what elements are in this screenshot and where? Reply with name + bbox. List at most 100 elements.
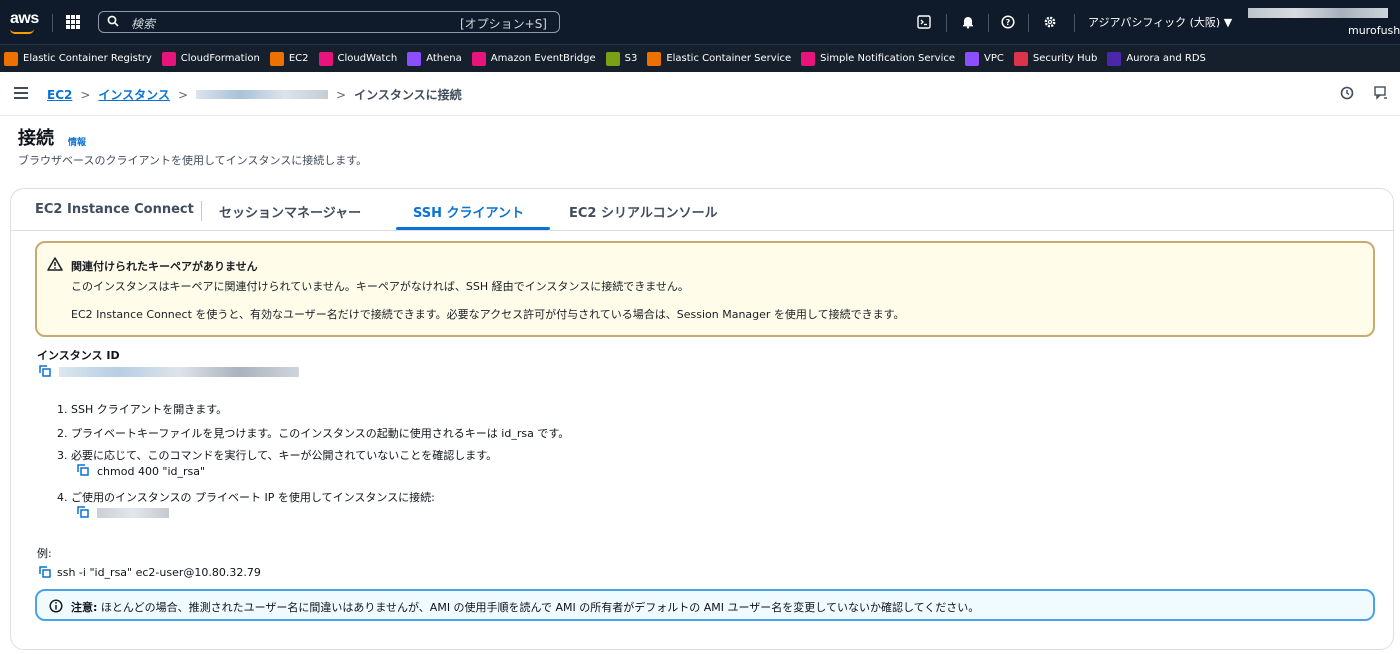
page-title: 接続 [18,128,54,149]
favorite-vpc[interactable]: VPC [965,51,1004,66]
tab-ec2-instance-connect[interactable]: EC2 Instance Connect [35,202,194,217]
active-tab-indicator [396,227,550,230]
search-icon [107,15,119,27]
favorite-label: Security Hub [1032,53,1098,64]
favorite-container-registry[interactable]: Elastic Container Registry [4,51,152,66]
security-hub-icon [1013,51,1028,66]
tab-ssh-client[interactable]: SSH クライアント [413,202,524,221]
example-label: 例: [37,547,52,560]
breadcrumb-instance-redacted[interactable] [196,90,329,99]
info-link[interactable]: 情報 [68,135,86,148]
breadcrumb-separator: > [336,87,347,102]
tab-divider [201,201,202,221]
step-2: 2. プライベートキーファイルを見つけます。このインスタンスの起動に使用されるキ… [57,427,570,440]
tab-list: EC2 Instance Connect セッションマネージャー SSH クライ… [11,189,1393,231]
s3-icon [605,51,620,66]
breadcrumb: EC2 > インスタンス > > インスタンスに接続 [47,86,462,103]
note-body: ほとんどの場合、推測されたユーザー名に間違いはありませんが、AMI の使用手順を… [97,601,980,614]
favorite-athena[interactable]: Athena [407,51,462,66]
aws-logo[interactable]: aws [10,10,39,28]
region-selector[interactable]: アジアパシフィック (大阪) ▼ [1088,14,1232,30]
copy-icon[interactable] [77,464,89,476]
container-registry-icon [4,51,18,66]
services-grid-icon[interactable] [66,15,80,29]
copy-icon[interactable] [39,566,51,578]
tab-session-manager[interactable]: セッションマネージャー [219,202,361,221]
cloudshell-icon[interactable] [914,12,934,32]
aws-logo-smile [10,29,34,34]
svg-text:?: ? [1006,18,1011,27]
search-input[interactable]: 検索 [オプション+S] [98,11,560,33]
account-name[interactable]: murofush [1348,24,1400,37]
favorite-cloudwatch[interactable]: CloudWatch [318,51,398,66]
favorite-label: EC2 [288,53,309,64]
favorite-cloudformation[interactable]: CloudFormation [161,51,260,66]
bell-icon[interactable] [958,12,978,32]
nav-divider [988,14,989,32]
nav-divider [1074,14,1075,32]
vpc-icon [965,51,979,66]
tab-serial-console[interactable]: EC2 シリアルコンソール [569,202,718,221]
copy-icon[interactable] [39,365,51,377]
favorite-label: Athena [426,53,462,64]
search-shortcut: [オプション+S] [459,17,547,31]
help-icon[interactable]: ? [998,12,1018,32]
nav-divider [946,14,947,32]
warning-alert: 関連付けられたキーペアがありません このインスタンスはキーペアに関連付けられてい… [35,241,1375,337]
clock-icon[interactable] [1340,86,1354,100]
breadcrumb-current: インスタンスに接続 [354,88,462,102]
warning-text-1: このインスタンスはキーペアに関連付けられていません。キーペアがなければ、SSH … [71,280,689,293]
favorite-label: CloudWatch [337,53,398,64]
info-icon [49,599,63,613]
copy-icon[interactable] [77,506,89,518]
breadcrumb-ec2[interactable]: EC2 [47,88,72,102]
instance-id-redacted [59,367,299,377]
favorite-ec2[interactable]: EC2 [269,51,309,66]
eventbridge-icon [471,51,486,66]
warning-title: 関連付けられたキーペアがありません [71,260,258,273]
warning-text-2: EC2 Instance Connect を使うと、有効なユーザー名だけで接続で… [71,308,905,321]
chmod-command: chmod 400 "id_rsa" [97,465,206,478]
favorite-eventbridge[interactable]: Amazon EventBridge [471,51,596,66]
private-ip-redacted [97,508,169,518]
menu-icon[interactable] [14,87,28,99]
favorite-security-hub[interactable]: Security Hub [1013,51,1098,66]
breadcrumb-bar: EC2 > インスタンス > > インスタンスに接続 [0,72,1400,116]
search-placeholder: 検索 [131,17,156,31]
nav-divider [1028,14,1029,32]
cloudformation-icon [161,51,176,66]
breadcrumb-separator: > [80,87,91,102]
account-id-redacted [1248,8,1388,18]
favorite-label: CloudFormation [180,53,260,64]
ec2-icon [269,51,284,66]
breadcrumb-instances[interactable]: インスタンス [98,86,170,103]
favorite-label: Amazon EventBridge [490,53,596,64]
favorite-ecs[interactable]: Elastic Container Service [647,51,791,66]
feedback-icon[interactable] [1374,86,1388,100]
cloudwatch-icon [318,51,333,66]
favorite-label: Simple Notification Service [820,53,955,64]
favorite-label: VPC [984,53,1004,64]
step-3: 3. 必要に応じて、このコマンドを実行して、キーが公開されていないことを確認しま… [57,449,498,462]
rds-icon [1107,51,1122,66]
instance-id-label: インスタンス ID [37,349,120,362]
favorite-label: Elastic Container Registry [23,53,152,64]
info-alert-text: 注意: ほとんどの場合、推測されたユーザー名に間違いはありませんが、AMI の使… [71,599,979,615]
page-tools [1340,86,1388,100]
favorite-rds[interactable]: Aurora and RDS [1107,51,1206,66]
ssh-command-example: ssh -i "id_rsa" ec2-user@10.80.32.79 [57,566,261,579]
warning-icon [47,257,63,271]
step-1: 1. SSH クライアントを開きます。 [57,403,228,416]
nav-divider [52,14,53,32]
favorite-label: S3 [624,53,638,64]
info-alert: 注意: ほとんどの場合、推測されたユーザー名に間違いはありませんが、AMI の使… [35,589,1375,621]
step-4: 4. ご使用のインスタンスの プライベート IP を使用してインスタンスに接続: [57,491,435,504]
favorite-sns[interactable]: Simple Notification Service [801,51,955,66]
breadcrumb-separator: > [177,87,189,102]
favorite-label: Aurora and RDS [1126,53,1206,64]
gear-icon[interactable] [1040,12,1060,32]
favorite-s3[interactable]: S3 [605,51,638,66]
sns-icon [801,51,816,66]
connect-panel: EC2 Instance Connect セッションマネージャー SSH クライ… [10,188,1394,650]
page-description: ブラウザベースのクライアントを使用してインスタンスに接続します。 [18,154,368,167]
